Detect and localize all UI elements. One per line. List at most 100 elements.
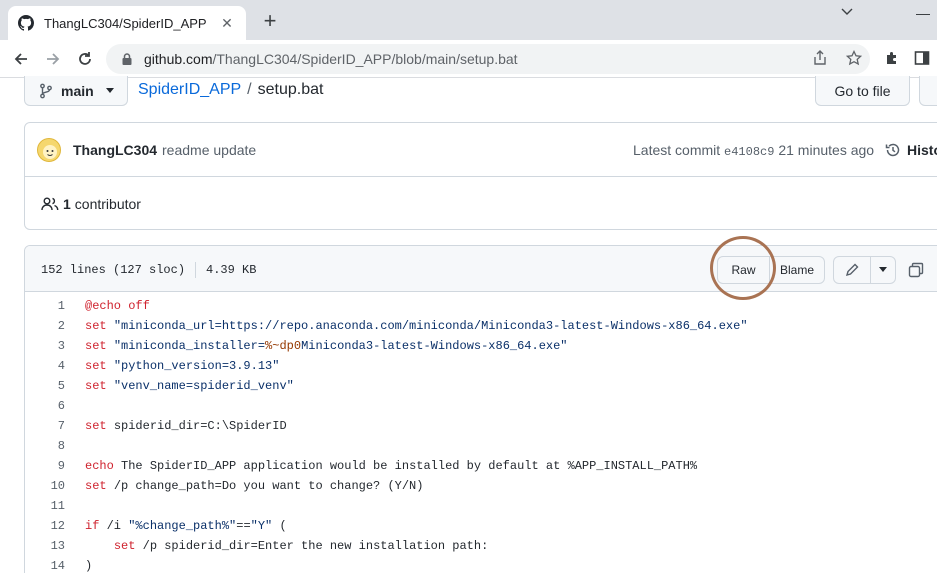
info-divider: [195, 262, 197, 278]
line-content: if /i "%change_path%"=="Y" (: [65, 519, 287, 533]
reload-icon[interactable]: [74, 48, 96, 70]
commit-author[interactable]: ThangLC304: [73, 142, 157, 158]
url-text: github.com/ThangLC304/SpiderID_APP/blob/…: [144, 51, 518, 67]
caret-down-icon: [879, 267, 887, 272]
blame-button[interactable]: Blame: [769, 256, 825, 284]
code-token: set: [85, 379, 114, 393]
file-header: 152 lines (127 sloc) 4.39 KB Raw Blame: [25, 246, 937, 292]
contributor-label: contributor: [74, 195, 141, 212]
commit-message[interactable]: readme update: [162, 142, 256, 158]
history-label: Histo: [907, 142, 937, 158]
code-token: @echo off: [85, 299, 150, 313]
breadcrumb: SpiderID_APP / setup.bat: [138, 81, 323, 99]
contributors-row[interactable]: 1 contributor: [25, 177, 937, 230]
code-token: "%change_path%": [128, 519, 237, 533]
copy-icon[interactable]: [905, 259, 927, 281]
code-token: "Y": [250, 519, 273, 533]
commit-sha[interactable]: e4108c9: [724, 145, 774, 159]
code-token: set: [85, 359, 114, 373]
code-token: The SpiderID_APP application would be in…: [121, 459, 698, 473]
line-content: @echo off: [65, 299, 150, 313]
tab-close-icon[interactable]: ✕: [218, 15, 236, 32]
line-number[interactable]: 14: [25, 559, 65, 573]
minimize-icon[interactable]: [916, 14, 930, 15]
code-line: 11: [25, 496, 937, 516]
address-bar[interactable]: github.com/ThangLC304/SpiderID_APP/blob/…: [106, 44, 870, 74]
history-icon: [885, 143, 900, 157]
branch-selector-button[interactable]: main: [24, 76, 128, 106]
bookmark-star-icon[interactable]: [846, 50, 862, 66]
browser-toolbar: github.com/ThangLC304/SpiderID_APP/blob/…: [0, 40, 937, 78]
file-info: 152 lines (127 sloc) 4.39 KB: [41, 262, 256, 278]
code-line: 14): [25, 556, 937, 573]
line-number[interactable]: 5: [25, 379, 65, 393]
forward-icon[interactable]: [42, 48, 64, 70]
more-options-button[interactable]: [919, 76, 937, 106]
edit-dropdown-button[interactable]: [870, 256, 896, 284]
code-line: 4 set "python_version=3.9.13": [25, 356, 937, 376]
code-token: /p spiderid_dir=Enter the new installati…: [142, 539, 489, 553]
people-icon: [41, 197, 59, 210]
repo-link[interactable]: SpiderID_APP: [138, 81, 241, 98]
code-line: 13 set /p spiderid_dir=Enter the new ins…: [25, 536, 937, 556]
code-token: set: [85, 479, 114, 493]
code-token: set: [113, 539, 143, 553]
line-number[interactable]: 1: [25, 299, 65, 313]
raw-button[interactable]: Raw: [717, 256, 770, 284]
line-content: set "miniconda_url=https://repo.anaconda…: [65, 319, 748, 333]
caret-down-icon: [105, 87, 114, 93]
code-token: echo: [85, 459, 122, 473]
contributor-count: 1: [63, 195, 71, 212]
line-number[interactable]: 13: [25, 539, 65, 553]
code-listing: 1 @echo off 2 set "miniconda_url=https://re…: [25, 292, 937, 573]
code-token: /i: [106, 519, 129, 533]
line-content: echo The SpiderID_APP application would …: [65, 459, 697, 473]
file-lines-info: 152 lines (127 sloc): [41, 263, 186, 277]
line-content: set "miniconda_installer=%~dp0Miniconda3…: [65, 339, 568, 353]
line-number[interactable]: 6: [25, 399, 65, 413]
back-icon[interactable]: [10, 48, 32, 70]
browser-tab[interactable]: ThangLC304/SpiderID_APP ✕: [8, 6, 246, 40]
browser-tab-strip: ThangLC304/SpiderID_APP ✕ +: [0, 0, 937, 40]
edit-file-button[interactable]: [833, 256, 871, 284]
go-to-file-button[interactable]: Go to file: [815, 76, 910, 106]
code-line: 9 echo The SpiderID_APP application would…: [25, 456, 937, 476]
code-token: "miniconda_installer=: [113, 339, 266, 353]
line-number[interactable]: 2: [25, 319, 65, 333]
code-token: set: [85, 419, 114, 433]
lock-icon: [122, 53, 132, 65]
history-link[interactable]: Histo: [885, 142, 937, 158]
new-tab-icon[interactable]: +: [258, 10, 282, 32]
branch-name: main: [61, 82, 94, 99]
code-token: if: [85, 519, 107, 533]
avatar[interactable]: [37, 137, 61, 162]
line-content: set "python_version=3.9.13": [65, 359, 279, 373]
code-token: ): [85, 559, 93, 573]
code-line: 1 @echo off: [25, 296, 937, 316]
file-viewer: 152 lines (127 sloc) 4.39 KB Raw Blame 1…: [24, 245, 937, 573]
file-size: 4.39 KB: [206, 263, 257, 277]
code-token: ==: [236, 519, 251, 533]
code-token: set: [85, 319, 114, 333]
tab-search-chevron-icon[interactable]: [840, 4, 854, 21]
line-number[interactable]: 8: [25, 439, 65, 453]
code-token: "python_version=3.9.13": [113, 359, 280, 373]
line-content: set /p spiderid_dir=Enter the new instal…: [65, 539, 488, 553]
file-name: setup.bat: [257, 81, 324, 98]
share-icon[interactable]: [812, 50, 828, 66]
code-line: 6: [25, 396, 937, 416]
code-line: 10 set /p change_path=Do you want to chan…: [25, 476, 937, 496]
line-number[interactable]: 9: [25, 459, 65, 473]
line-number[interactable]: 10: [25, 479, 65, 493]
line-number[interactable]: 4: [25, 359, 65, 373]
line-number[interactable]: 7: [25, 419, 65, 433]
line-number[interactable]: 11: [25, 499, 65, 513]
commit-info-box: ThangLC304 readme update Latest commit e…: [24, 122, 937, 230]
code-line: 12 if /i "%change_path%"=="Y" (: [25, 516, 937, 536]
side-panel-icon[interactable]: [914, 50, 930, 71]
line-number[interactable]: 3: [25, 339, 65, 353]
latest-commit-label: Latest commit: [633, 142, 721, 158]
line-number[interactable]: 12: [25, 519, 65, 533]
extensions-puzzle-icon[interactable]: [884, 50, 900, 71]
